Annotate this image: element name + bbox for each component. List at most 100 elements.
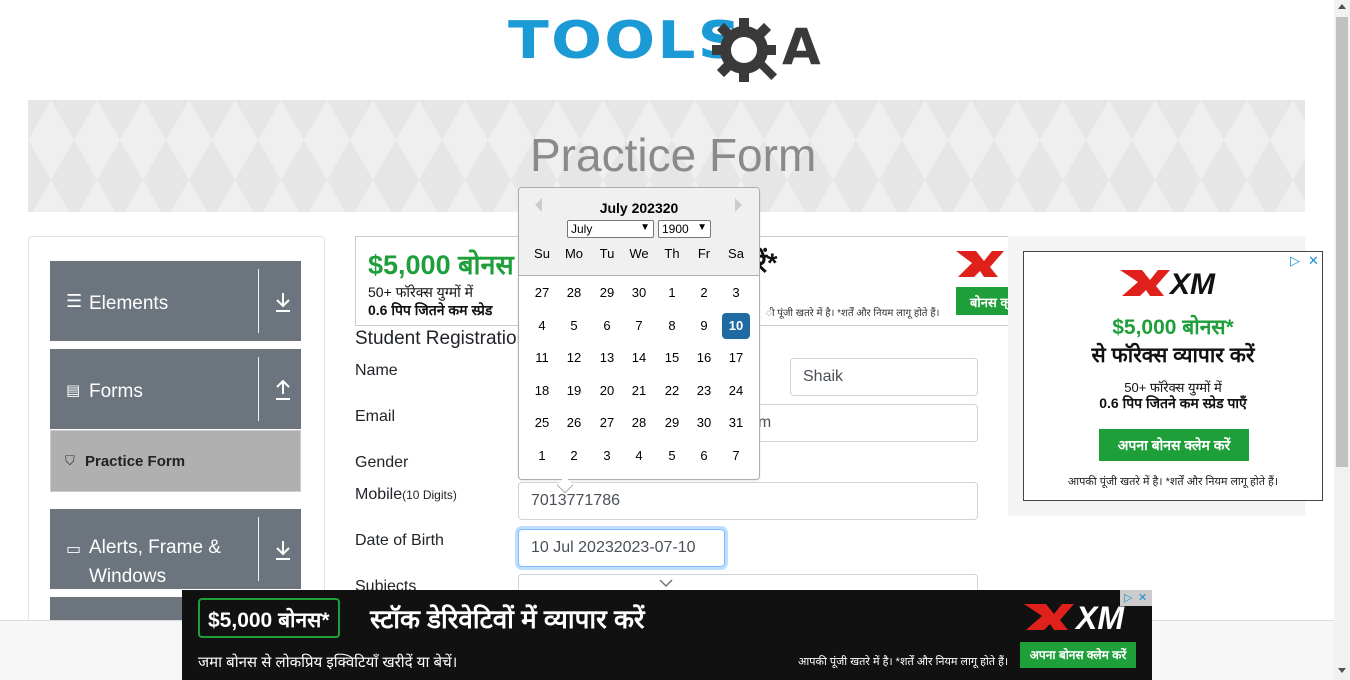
calendar-day[interactable]: 8 bbox=[658, 313, 686, 339]
calendar-day[interactable]: 29 bbox=[593, 280, 621, 306]
sidebar-group-label: Elements bbox=[89, 293, 169, 314]
ad-choices-icon[interactable]: ▷ bbox=[1124, 591, 1132, 604]
calendar-day[interactable]: 23 bbox=[690, 378, 718, 404]
calendar-day[interactable]: 6 bbox=[690, 443, 718, 469]
ad-headline: $5,000 बोनस bbox=[368, 250, 514, 280]
ad-claim-button[interactable]: अपना बोनस क्लेम करें bbox=[1020, 642, 1136, 668]
calendar-day[interactable]: 3 bbox=[593, 443, 621, 469]
calendar-day[interactable]: 12 bbox=[560, 345, 588, 371]
chevron-down-icon bbox=[659, 579, 673, 587]
hamburger-icon: ☰ bbox=[66, 291, 83, 311]
calendar-day[interactable]: 1 bbox=[528, 443, 556, 469]
calendar-day[interactable]: 16 bbox=[690, 345, 718, 371]
weekday-header: Th bbox=[664, 246, 680, 261]
calendar-day[interactable]: 9 bbox=[690, 313, 718, 339]
xm-brand-text: XM bbox=[1168, 268, 1216, 298]
calendar-day[interactable]: 29 bbox=[658, 410, 686, 436]
upload-arrow-icon bbox=[276, 379, 290, 400]
ad-controls[interactable]: ▷ ✕ bbox=[1120, 590, 1152, 606]
sidebar-item-practice-form[interactable]: ⛉ Practice Form bbox=[50, 430, 301, 492]
ad-claim-button[interactable]: अपना बोनस क्लेम करें bbox=[1099, 429, 1249, 461]
ad-headline: स्टॉक डेरिवेटिवों में व्यापार करें bbox=[370, 604, 645, 634]
sidebar-group-label: Forms bbox=[89, 381, 143, 402]
ad-line: 0.6 पिप जितने कम स्प्रेड bbox=[368, 302, 493, 318]
calendar-day[interactable]: 2 bbox=[690, 280, 718, 306]
calendar-day[interactable]: 19 bbox=[560, 378, 588, 404]
dob-label: Date of Birth bbox=[355, 532, 444, 549]
month-select[interactable]: July ▼ bbox=[567, 220, 654, 238]
page-title: Practice Form bbox=[530, 129, 817, 181]
ad-fine-print: आपकी पूंजी खतरे में है। *शर्तें और नियम … bbox=[798, 656, 1009, 668]
calendar-day[interactable]: 26 bbox=[560, 410, 588, 436]
calendar-day[interactable]: 11 bbox=[528, 345, 556, 371]
mobile-label-text: Mobile bbox=[355, 486, 403, 503]
calendar-day[interactable]: 4 bbox=[625, 443, 653, 469]
sidebar-group-alerts[interactable]: ▭ Alerts, Frame & Windows bbox=[50, 509, 301, 589]
calendar-day[interactable]: 22 bbox=[658, 378, 686, 404]
year-select[interactable]: 1900 ▼ bbox=[658, 220, 711, 238]
calendar-day[interactable]: 27 bbox=[593, 410, 621, 436]
toolsqa-logo[interactable]: TOOLS bbox=[508, 15, 741, 67]
divider bbox=[258, 357, 259, 421]
scroll-down-icon[interactable] bbox=[1338, 668, 1346, 673]
mobile-hint: (10 Digits) bbox=[402, 488, 457, 502]
calendar-day[interactable]: 18 bbox=[528, 378, 556, 404]
scroll-up-icon[interactable] bbox=[1338, 4, 1346, 9]
close-icon[interactable]: ✕ bbox=[1308, 253, 1319, 269]
calendar-day[interactable]: 3 bbox=[722, 280, 750, 306]
download-arrow-icon bbox=[276, 293, 290, 312]
sidebar-group-elements[interactable]: ☰ Elements bbox=[50, 261, 301, 341]
date-of-birth-input[interactable]: 10 Jul 20232023-07-10 bbox=[518, 529, 725, 567]
divider bbox=[258, 517, 259, 581]
calendar-day[interactable]: 14 bbox=[625, 345, 653, 371]
ad-fine-print: आपकी पूंजी खतरे में है। *शर्तें और नियम … bbox=[1067, 476, 1279, 488]
ad-badge: $5,000 बोनस* bbox=[198, 598, 340, 638]
email-label: Email bbox=[355, 408, 396, 425]
calendar-day[interactable]: 13 bbox=[593, 345, 621, 371]
calendar-day[interactable]: 27 bbox=[528, 280, 556, 306]
calendar-day[interactable]: 24 bbox=[722, 378, 750, 404]
weekday-header: Fr bbox=[697, 246, 711, 261]
ad-subline: जमा बोनस से लोकप्रिय इक्विटियाँ खरीदें य… bbox=[198, 654, 458, 671]
logo-text-a: A bbox=[782, 18, 821, 76]
calendar-day[interactable]: 25 bbox=[528, 410, 556, 436]
calendar-day[interactable]: 15 bbox=[658, 345, 686, 371]
ad-bottom[interactable]: $5,000 बोनस* स्टॉक डेरिवेटिवों में व्याप… bbox=[182, 590, 1152, 680]
calendar-day[interactable]: 31 bbox=[722, 410, 750, 436]
sidebar-group-forms[interactable]: ▤ Forms bbox=[50, 349, 301, 429]
sidebar-item-label: Practice Form bbox=[85, 453, 186, 470]
calendar-day[interactable]: 1 bbox=[658, 280, 686, 306]
ad-fine-print: ी पूंजी खतरे में है। *शर्तें और नियम लाग… bbox=[766, 308, 940, 319]
calendar-day[interactable]: 7 bbox=[625, 313, 653, 339]
mobile-label: Mobile(10 Digits) bbox=[355, 486, 457, 504]
calendar-day[interactable]: 10 bbox=[722, 313, 750, 339]
close-icon[interactable]: ✕ bbox=[1138, 591, 1147, 604]
calendar-day[interactable]: 17 bbox=[722, 345, 750, 371]
calendar-day[interactable]: 30 bbox=[690, 410, 718, 436]
document-icon: ▤ bbox=[66, 382, 81, 399]
sidebar-group-label: Alerts, Frame & Windows bbox=[89, 537, 221, 587]
datepicker-title: July 202320 bbox=[599, 200, 679, 216]
calendar-day[interactable]: 28 bbox=[560, 280, 588, 306]
ad-choices-icon[interactable]: ▷ bbox=[1290, 253, 1300, 269]
weekday-header: Tu bbox=[599, 246, 615, 261]
gear-icon bbox=[712, 18, 778, 82]
gender-label: Gender bbox=[355, 454, 409, 471]
ad-line: 50+ फॉरेक्स युग्मों में bbox=[368, 284, 473, 300]
calendar-day[interactable]: 20 bbox=[593, 378, 621, 404]
shield-icon: ⛉ bbox=[65, 453, 75, 468]
calendar-day[interactable]: 21 bbox=[625, 378, 653, 404]
scrollbar-thumb[interactable] bbox=[1336, 17, 1348, 467]
calendar-day[interactable]: 5 bbox=[658, 443, 686, 469]
mobile-input[interactable]: 7013771786 bbox=[518, 482, 978, 520]
calendar-day[interactable]: 5 bbox=[560, 313, 588, 339]
calendar-day[interactable]: 2 bbox=[560, 443, 588, 469]
calendar-day[interactable]: 7 bbox=[722, 443, 750, 469]
calendar-day[interactable]: 28 bbox=[625, 410, 653, 436]
last-name-input[interactable]: Shaik bbox=[790, 358, 978, 396]
calendar-day[interactable]: 4 bbox=[528, 313, 556, 339]
xm-logo-icon: XM bbox=[1120, 268, 1216, 298]
calendar-day[interactable]: 30 bbox=[625, 280, 653, 306]
month-select-value: July bbox=[571, 222, 593, 236]
calendar-day[interactable]: 6 bbox=[593, 313, 621, 339]
